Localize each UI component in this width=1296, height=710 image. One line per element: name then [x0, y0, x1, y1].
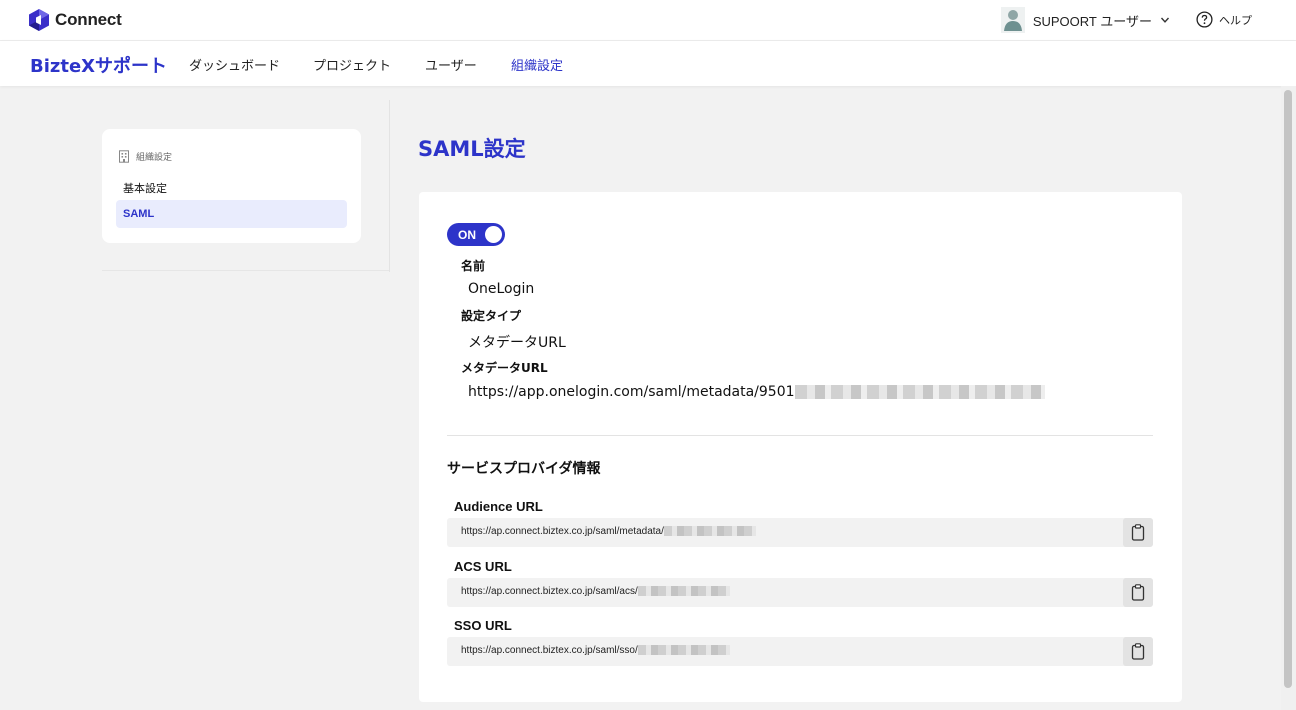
copy-acs-url-button[interactable]	[1123, 578, 1153, 607]
config-type-value: メタデータURL	[468, 335, 566, 351]
copy-audience-url-button[interactable]	[1123, 518, 1153, 547]
clipboard-icon	[1131, 643, 1145, 660]
app-logo[interactable]: Connect	[28, 8, 122, 32]
config-type-label: 設定タイプ	[461, 309, 522, 323]
sso-url-row: https://ap.connect.biztex.co.jp/saml/sso…	[461, 645, 730, 656]
acs-url-value: https://ap.connect.biztex.co.jp/saml/acs…	[461, 586, 638, 597]
top-bar: Connect SUPOORT ユーザー ヘルプ	[0, 0, 1296, 41]
section-divider	[447, 435, 1153, 436]
metadata-url-row: https://app.onelogin.com/saml/metadata/9…	[468, 384, 1045, 400]
nav-dashboard[interactable]: ダッシュボード	[189, 55, 280, 74]
sidebar-item-basic[interactable]: 基本設定	[123, 180, 167, 196]
scrollbar-thumb[interactable]	[1284, 90, 1292, 688]
nav-bar: BizteXサポート ダッシュボード プロジェクト ユーザー 組織設定	[0, 41, 1296, 86]
toggle-knob	[485, 226, 502, 243]
redacted-region	[637, 645, 730, 656]
sidebar-rule	[102, 270, 389, 271]
user-name: SUPOORT ユーザー	[1032, 13, 1152, 29]
sidebar-item-saml[interactable]: SAML	[116, 200, 347, 228]
page-title: SAML設定	[418, 137, 526, 161]
metadata-url-label: メタデータURL	[461, 361, 548, 375]
redacted-region	[663, 526, 756, 537]
nav-projects[interactable]: プロジェクト	[313, 55, 391, 74]
name-label: 名前	[461, 259, 486, 273]
help-icon	[1196, 11, 1213, 28]
building-icon	[119, 150, 129, 163]
saml-enabled-toggle[interactable]: ON	[447, 223, 505, 246]
redacted-region	[794, 385, 1045, 399]
acs-url-field[interactable]: https://ap.connect.biztex.co.jp/saml/acs…	[447, 578, 1153, 607]
sidebar-item-label: SAML	[123, 208, 155, 220]
acs-url-label: ACS URL	[454, 559, 512, 574]
user-menu[interactable]: SUPOORT ユーザー	[1000, 7, 1170, 33]
toggle-label: ON	[458, 228, 476, 242]
help-label: ヘルプ	[1219, 13, 1252, 27]
help-link[interactable]: ヘルプ	[1196, 11, 1252, 28]
sidebar-divider	[389, 100, 390, 272]
audience-url-field[interactable]: https://ap.connect.biztex.co.jp/saml/met…	[447, 518, 1153, 547]
sp-info-title: サービスプロバイダ情報	[447, 461, 601, 477]
name-value: OneLogin	[468, 281, 535, 297]
sso-url-label: SSO URL	[454, 618, 512, 633]
audience-url-label: Audience URL	[454, 499, 543, 514]
copy-sso-url-button[interactable]	[1123, 637, 1153, 666]
metadata-url-value: https://app.onelogin.com/saml/metadata/9…	[468, 384, 795, 400]
page-scrollbar[interactable]	[1281, 86, 1296, 710]
settings-sidebar: 組織設定 基本設定 SAML	[102, 129, 361, 243]
sidebar-heading: 組織設定	[118, 150, 172, 163]
saml-settings-card: ON 名前 OneLogin 設定タイプ メタデータURL メタデータURL h…	[419, 192, 1182, 702]
nav-org-settings[interactable]: 組織設定	[511, 55, 563, 74]
connect-logo-icon	[29, 9, 49, 31]
redacted-region	[637, 586, 730, 597]
clipboard-icon	[1131, 524, 1145, 541]
app-name: Connect	[55, 10, 122, 29]
sso-url-field[interactable]: https://ap.connect.biztex.co.jp/saml/sso…	[447, 637, 1153, 666]
audience-url-value: https://ap.connect.biztex.co.jp/saml/met…	[461, 526, 664, 537]
sso-url-value: https://ap.connect.biztex.co.jp/saml/sso…	[461, 645, 638, 656]
audience-url-row: https://ap.connect.biztex.co.jp/saml/met…	[461, 526, 756, 537]
acs-url-row: https://ap.connect.biztex.co.jp/saml/acs…	[461, 586, 730, 597]
clipboard-icon	[1131, 584, 1145, 601]
nav-users[interactable]: ユーザー	[425, 55, 477, 74]
org-brand[interactable]: BizteXサポート	[30, 52, 167, 78]
chevron-down-icon	[1160, 17, 1170, 23]
avatar-icon	[1000, 7, 1025, 33]
sidebar-heading-label: 組織設定	[136, 153, 173, 163]
